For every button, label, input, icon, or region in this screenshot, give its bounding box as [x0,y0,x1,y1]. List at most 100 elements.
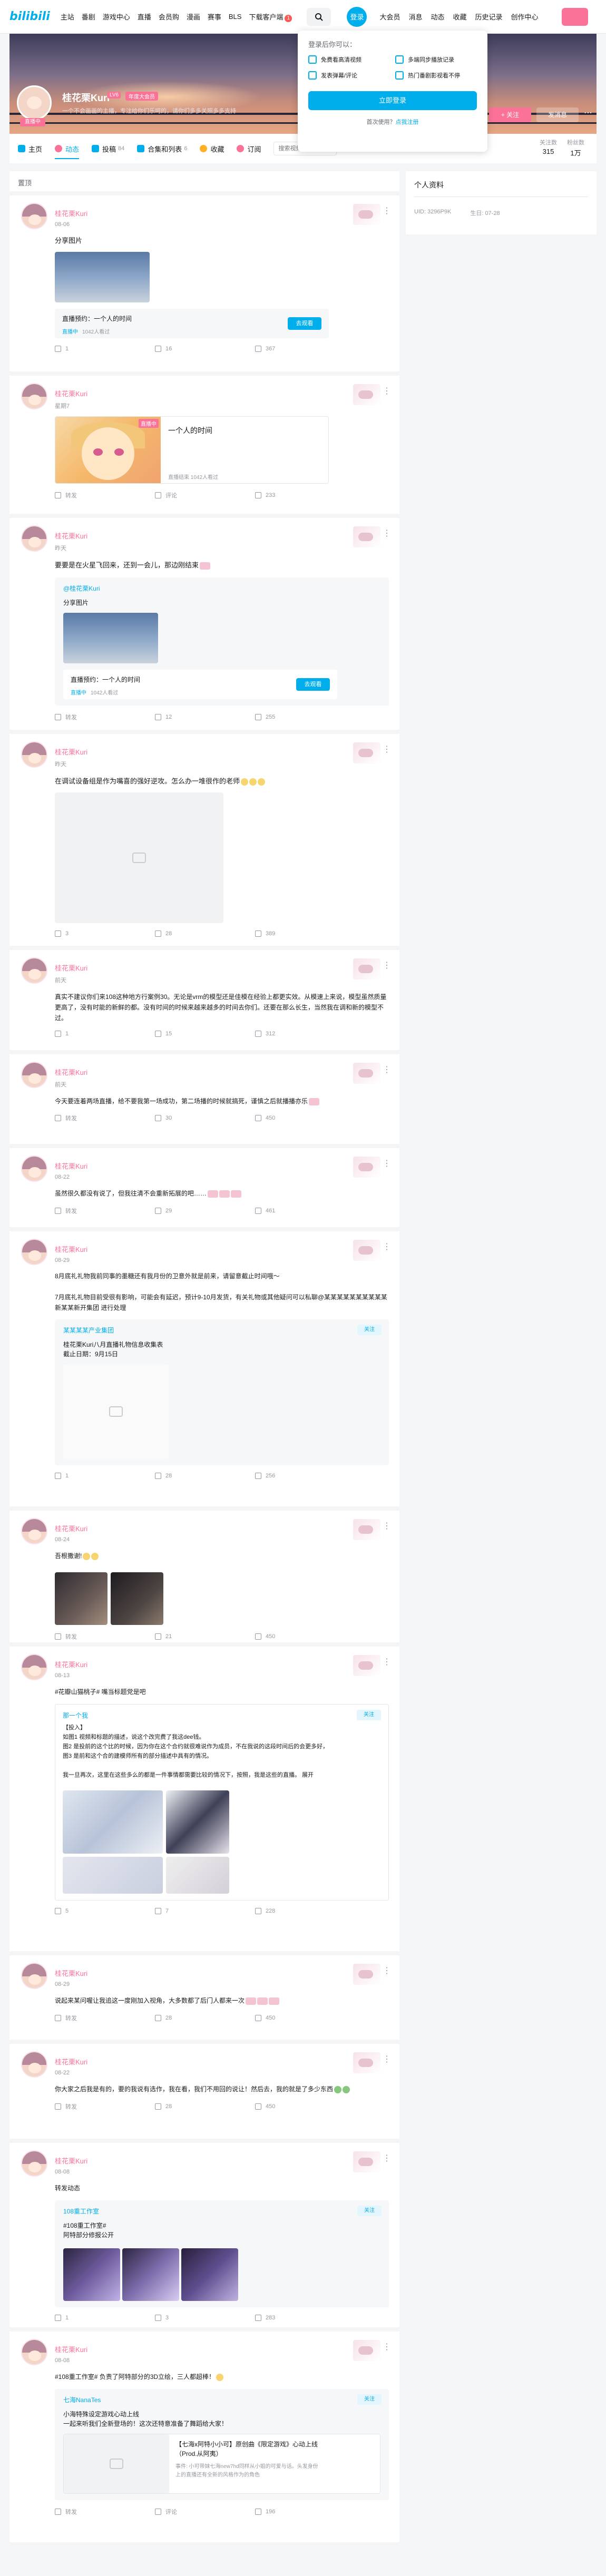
post-image[interactable] [181,2248,238,2301]
nav-live[interactable]: 直播 [138,12,151,22]
forwarded-post[interactable]: 关注 某某某某产业集团 桂花栗Kuri八月直播礼物信息收集表 截止日期：9月15… [55,1319,389,1465]
forward-button[interactable]: 1 [55,2315,155,2321]
post-image-placeholder[interactable] [63,1364,169,1459]
avatar[interactable] [21,1062,47,1088]
like-button[interactable]: 233 [255,491,355,499]
like-button[interactable]: 228 [255,1908,355,1914]
forward-button[interactable]: 转发 [55,713,155,721]
profile-avatar[interactable] [17,85,52,120]
nav-mall[interactable]: 会员购 [159,12,179,22]
avatar[interactable] [21,1963,47,1989]
bilibili-logo[interactable]: bilibili [9,10,50,23]
author-name[interactable]: 桂花栗Kuri [55,1244,389,1254]
post-image[interactable] [55,1572,107,1625]
avatar[interactable] [21,1654,47,1680]
forward-button[interactable]: 1 [55,1473,155,1479]
upload-button[interactable] [561,7,588,26]
like-button[interactable]: 450 [255,1114,355,1122]
forward-author[interactable]: 108重工作室 [63,2207,380,2216]
forward-button[interactable]: 1 [55,346,155,352]
more-icon[interactable]: ⋮ [383,2343,391,2352]
forward-button[interactable]: 1 [55,1031,155,1037]
comment-button[interactable]: 28 [155,1473,255,1479]
more-icon[interactable]: ⋮ [383,2055,391,2064]
post-image[interactable] [111,1572,163,1625]
nav-download-client[interactable]: 下载客户端 1 [249,12,292,22]
author-name[interactable]: 桂花栗Kuri [55,1659,389,1669]
more-icon[interactable]: ⋮ [383,1160,391,1168]
forward-author[interactable]: 某某某某产业集团 [63,1326,380,1335]
forward-button[interactable]: 转发 [55,1114,155,1122]
forward-button[interactable]: 转发 [55,1207,155,1215]
video-card[interactable]: 【七海x阿特小小可】原创曲《限定游戏》心动上线（Prod.从阿夷） 事件: 小可… [63,2434,380,2494]
author-name[interactable]: 桂花栗Kuri [55,2156,389,2166]
nav-anime[interactable]: 番剧 [82,12,95,22]
avatar[interactable] [21,383,47,409]
article-card[interactable]: 直播中 一个人的时间 直播结束 1042人看过 [55,416,329,484]
more-icon[interactable]: ⋮ [383,207,391,216]
post-image[interactable] [55,252,150,302]
avatar[interactable] [21,203,47,229]
register-link[interactable]: 点我注册 [396,119,419,125]
like-button[interactable]: 450 [255,2102,355,2111]
author-name[interactable]: 桂花栗Kuri [55,1523,389,1533]
login-now-button[interactable]: 立即登录 [308,91,477,110]
like-button[interactable]: 283 [255,2315,355,2321]
post-image-placeholder[interactable] [55,792,223,923]
nav-vip[interactable]: 大会员 [379,12,400,22]
avatar[interactable] [21,1239,47,1265]
more-icon[interactable]: ⋮ [383,1066,391,1074]
stat-following[interactable]: 关注数 315 [540,138,557,155]
more-icon[interactable]: ⋮ [383,1967,391,1975]
like-button[interactable]: 461 [255,1207,355,1215]
watch-button[interactable]: 去观看 [288,317,321,330]
tab-home[interactable]: 主页 [18,144,42,154]
forward-button[interactable]: 转发 [55,2102,155,2111]
comment-button[interactable]: 评论 [155,2508,255,2516]
live-tag[interactable]: 直播中 [20,118,45,126]
comment-button[interactable]: 30 [155,1114,255,1122]
comment-button[interactable]: 29 [155,1207,255,1215]
more-icon[interactable]: ⋯ [584,107,592,118]
nav-favorites[interactable]: 收藏 [453,12,467,22]
like-button[interactable]: 367 [255,346,355,352]
author-name[interactable]: 桂花栗Kuri [55,2056,389,2066]
comment-button[interactable]: 7 [155,1908,255,1914]
like-button[interactable]: 196 [255,2508,355,2516]
follow-button[interactable]: + 关注 [489,107,531,122]
comment-button[interactable]: 12 [155,713,255,721]
nav-creator-center[interactable]: 创作中心 [511,12,539,22]
post-image[interactable] [63,2248,120,2301]
forwarded-post[interactable]: @桂花栗Kuri 分享图片 直播预约：一个人的时间 直播中 1042人看过 去观看 [55,577,389,706]
more-icon[interactable]: ⋮ [383,1243,391,1251]
comment-button[interactable]: 28 [155,931,255,937]
forwarded-post[interactable]: 关注 那一个我 【投入】 如图1 视频和标题的描述，说这个改完费了我这dee钱。… [55,1704,389,1901]
tab-uploads[interactable]: 投稿 84 [92,144,124,154]
avatar[interactable] [21,2150,47,2177]
search-button[interactable] [307,7,331,26]
follow-small-button[interactable]: 关注 [357,1710,381,1720]
comment-button[interactable]: 评论 [155,491,255,499]
avatar[interactable] [21,1518,47,1544]
follow-small-button[interactable]: 关注 [357,1325,382,1335]
nav-main[interactable]: 主站 [61,12,74,22]
nav-messages[interactable]: 消息 [408,12,422,22]
like-button[interactable]: 256 [255,1473,355,1479]
nav-dynamics[interactable]: 动态 [431,12,444,22]
more-icon[interactable]: ⋮ [383,530,391,538]
tab-subscriptions[interactable]: 订阅 [237,144,261,154]
forward-author[interactable]: 那一个我 [63,1711,381,1720]
avatar[interactable] [21,1155,47,1182]
forward-button[interactable]: 转发 [55,1632,155,1641]
like-button[interactable]: 450 [255,2014,355,2022]
message-button[interactable]: 发消息 [536,107,579,122]
post-image[interactable] [63,613,158,663]
more-icon[interactable]: ⋮ [383,2154,391,2163]
avatar[interactable] [21,2339,47,2365]
follow-small-button[interactable]: 关注 [357,2206,382,2216]
avatar[interactable] [21,525,47,552]
author-name[interactable]: 桂花栗Kuri [55,1161,389,1171]
avatar[interactable] [21,957,47,984]
comment-button[interactable]: 28 [155,2102,255,2111]
tab-collections[interactable]: 合集和列表 6 [137,144,187,154]
